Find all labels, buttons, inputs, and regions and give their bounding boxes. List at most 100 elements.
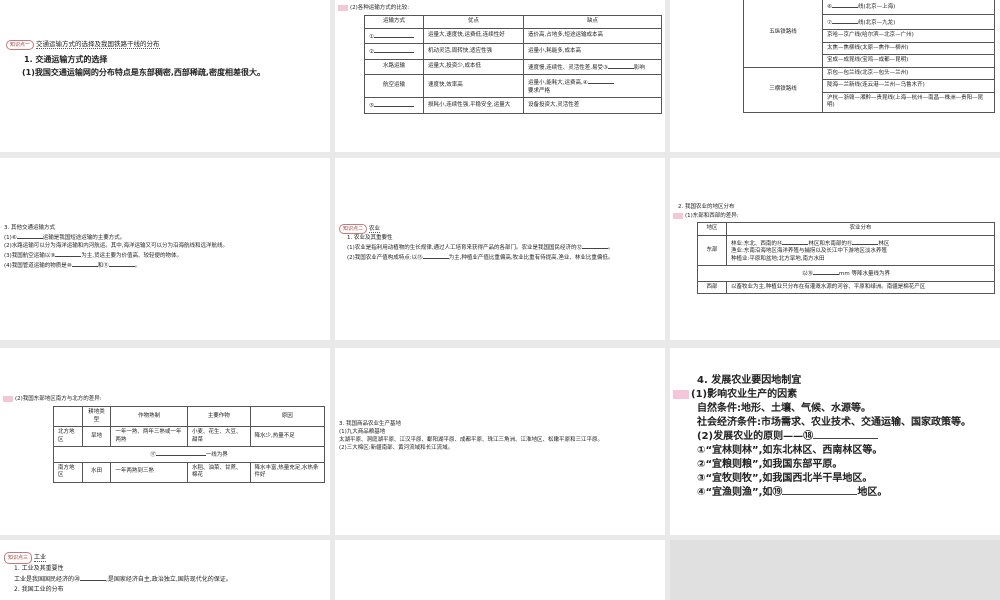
group-label: 三横铁路线 [743, 66, 823, 113]
slide-7[interactable]: (2)我国东部地区南方与北方的差异: 耕地类型 作物熟制 主要作物 原因 北方地区 旱地… [0, 348, 330, 535]
text [782, 238, 809, 245]
th: 缺点 [522, 15, 663, 29]
industry-distribution-heading: 2. 我国工业的分布 [14, 586, 64, 593]
text: 太湖平原、洞庭湖平原、江汉平原、鄱阳湖平原、成都平原、珠江三角洲、江淮地区、松嫩… [339, 437, 604, 443]
text: 线(北京—上海) [857, 4, 896, 10]
text: 农业 [369, 226, 381, 233]
slide-2[interactable]: (2)各种运输方式的比较: 运输方式 优点 缺点 ① 运量大,速度快,运费低,连续性好… [335, 0, 665, 152]
text: (1)九大商品粮基地 [339, 429, 386, 435]
text [422, 252, 449, 259]
th: 优点 [423, 15, 524, 29]
text [852, 238, 879, 245]
table-cell: 作物熟制 [110, 406, 189, 427]
text: 知识点三 [4, 552, 33, 564]
text: 五纵铁路线 ⑥ 线(北京—上海) ⑦ 线(北京—九龙) 京哈—京广线(哈尔滨—北京—广… [743, 0, 995, 113]
slide-10[interactable]: 知识点三 工业 1. 工业及其重要性 工业是我国国民经济的⑳ ,是国家经济自主,政治… [0, 540, 330, 600]
table-cell: ② [364, 43, 424, 60]
table-row: 三横铁路线 京包—包兰线(北京—包头—兰州) [743, 66, 995, 113]
text: 知识点二 农业 [339, 224, 661, 234]
text: (1)农业是指利用动植物的生长规律,通过人工培育来获得产品的各部门。农业是我国国… [347, 245, 583, 251]
table-cell: 陇海—兰新线(连云港—兰州—乌鲁木齐) [822, 79, 995, 93]
slide-1[interactable]: 知识点一 交通运输方式的选择及我国铁路干线的分布 1. 交通运输方式的选择 (1)… [0, 0, 330, 152]
text-block: 3. 其他交通运输方式 (1)⑥ 运输是我国短途运输的主要方式。 (2)水路运输可… [4, 224, 328, 270]
text: 林业:东北、西南的⑭ [731, 240, 783, 247]
table-cell: 西部 [697, 280, 727, 294]
text: ④“宜渔则渔”,如⑲ 地区。 [673, 486, 999, 500]
text: (2)水路运输可以分为海洋运输和内河航运。其中,海洋运输又可以分为沿海航线和远洋… [4, 243, 229, 249]
table-cell: 运量大,速度快,运费低,连续性好 [423, 27, 524, 44]
table-row: 南方地区 水田 一年两熟到三熟 水稻、油菜、甘蔗、棉花 降水丰富,热量充足,水热条件好 [53, 461, 326, 483]
table-row: 水路运输 运量大,投资少,成本低 速度慢,连续性、灵活性差,易受③ 影响 [364, 58, 663, 75]
transport-table: 运输方式 优点 缺点 ① 运量大,速度快,运费低,连续性好 造价高,占地多,短途运输成本… [364, 15, 663, 114]
text [80, 574, 107, 581]
table-row: 以⑯ mm 等降水量线为界 [697, 265, 995, 282]
text: 林区和东南部的⑮ [808, 240, 853, 247]
text: 一线为界 [205, 452, 228, 458]
text [16, 232, 43, 239]
text: 渔业:东南沿海地区海洋养殖与捕捞以及长江中下游地区淡水养殖 [731, 248, 887, 254]
table-cell: 降水丰富,热量充足,水热条件好 [249, 461, 326, 483]
text: 影响 [633, 64, 645, 71]
text: 3. 我国商品农业生产基地 [339, 421, 401, 427]
caption: (2)各种运输方式的比较: [350, 5, 410, 11]
slide-5[interactable]: 知识点二 农业 1. 农业及其重要性 (1)农业是指利用动植物的生长规律,通过人工… [335, 158, 665, 340]
text: 。 [134, 263, 141, 269]
slide-8[interactable]: 3. 我国商品农业生产基地 (1)九大商品粮基地太湖平原、洞庭湖平原、江汉平原、鄱… [335, 348, 665, 535]
text: 知识点三 工业 [4, 552, 328, 564]
text [673, 389, 689, 399]
text: 速度慢,连续性、灵活性差,易受③ [527, 64, 608, 71]
text [373, 100, 414, 107]
text: 要求严格 [527, 87, 550, 94]
text [782, 488, 858, 495]
table-row: 地区 农业分布 [697, 222, 995, 236]
table-cell: ⑦ 线(北京—九龙) [822, 13, 995, 30]
text: 1. 农业及其重要性 [347, 235, 393, 241]
text: 林区 [878, 240, 890, 247]
table-cell: 地区 [697, 222, 727, 236]
text: 工业 [34, 554, 47, 562]
slide-3[interactable]: 五纵铁路线 ⑥ 线(北京—上海) ⑦ 线(北京—九龙) 京哈—京广线(哈尔滨—北京—广… [670, 0, 1000, 152]
text: (4)我国管道运输的物质是⑩ 和⑪ 。 [4, 260, 328, 270]
table-cell: 运量大,投资少,成本低 [423, 58, 524, 75]
text-block: 4. 发展农业要因地制宜 (1)影响农业生产的因素 自然条件:地形、土壤、气候、… [673, 374, 999, 500]
text: ,是国家经济自主,政治独立,国防现代化的保证。 [106, 576, 232, 583]
table-cell: 速度快,效率高 [423, 74, 524, 98]
text: ②“宜粮则粮”,如我国东部平原。 [697, 459, 843, 470]
text [831, 1, 858, 8]
text [813, 268, 840, 275]
slide-6[interactable]: 2. 我国农业的地区分布 (1)东部和西部的差异: 地区 农业分布 东部 林业:东北… [670, 158, 1000, 340]
text [607, 62, 634, 69]
th: 运输方式 [364, 15, 424, 29]
paragraph: (1)我国交通运输网的分布特点是东部稠密,西部稀疏,密度相差很大。 [22, 68, 265, 77]
table-cell: 一年两熟到三熟 [110, 461, 189, 483]
group-label: 五纵铁路线 [743, 0, 823, 68]
text: 以⑯ [802, 271, 814, 277]
table-cell: 设备投资大,灵活性差 [522, 97, 663, 114]
text: 运量小,能耗大,运费高,④ [527, 80, 588, 86]
slide-9[interactable]: 4. 发展农业要因地制宜 (1)影响农业生产的因素 自然条件:地形、土壤、气候、… [670, 348, 1000, 535]
table-cell: 损耗小,连续性强,平稳安全,运量大 [423, 97, 524, 114]
tag-icon [338, 4, 348, 11]
text: 1. 工业及其重要性 [14, 565, 64, 572]
text-block: 知识点三 工业 1. 工业及其重要性 工业是我国国民经济的⑳ ,是国家经济自主,政治… [4, 552, 328, 595]
heading: 2. 我国农业的地区分布 [678, 204, 735, 210]
table-cell: 南方地区 [53, 461, 83, 483]
text: (2)我国农业产值构成特点:以⑬ 为主,种植业产值比重偏高,牧业比重有待提高,渔业… [339, 252, 661, 262]
slide-11[interactable] [335, 540, 665, 600]
text: (2)我国农业产值构成特点:以⑬ [347, 255, 423, 261]
text [71, 260, 98, 267]
text: 林业:东北、西南的⑭ 林区和东南部的⑮ 林区 [731, 238, 990, 249]
text: 为主,种植业产值比重偏高,牧业比重有待提高,渔业、林业比重偏低。 [448, 255, 614, 261]
tag-icon [673, 212, 683, 219]
slide-4[interactable]: 3. 其他交通运输方式 (1)⑥ 运输是我国短途运输的主要方式。 (2)水路运输可… [0, 158, 330, 340]
text: (1)影响农业生产的因素 [673, 388, 999, 402]
text [582, 242, 609, 249]
table-cell [53, 406, 83, 427]
text-block: 知识点二 农业 1. 农业及其重要性 (1)农业是指利用动植物的生长规律,通过人工… [339, 224, 661, 262]
table-row: 北方地区 旱地 一年一熟、两年三熟或一年两熟 小麦、花生、大豆、甜菜 降水少,热量不足 [53, 426, 326, 447]
table-cell: ⑰ 一线为界 [53, 446, 325, 463]
text: (2)各种运输方式的比较: [338, 4, 409, 12]
text: 3. 其他交通运输方式 [4, 225, 55, 231]
table-cell: 太焦—焦柳线(太原—焦作—柳州) [822, 41, 995, 55]
table-row: ⑰ 一线为界 [53, 446, 325, 463]
